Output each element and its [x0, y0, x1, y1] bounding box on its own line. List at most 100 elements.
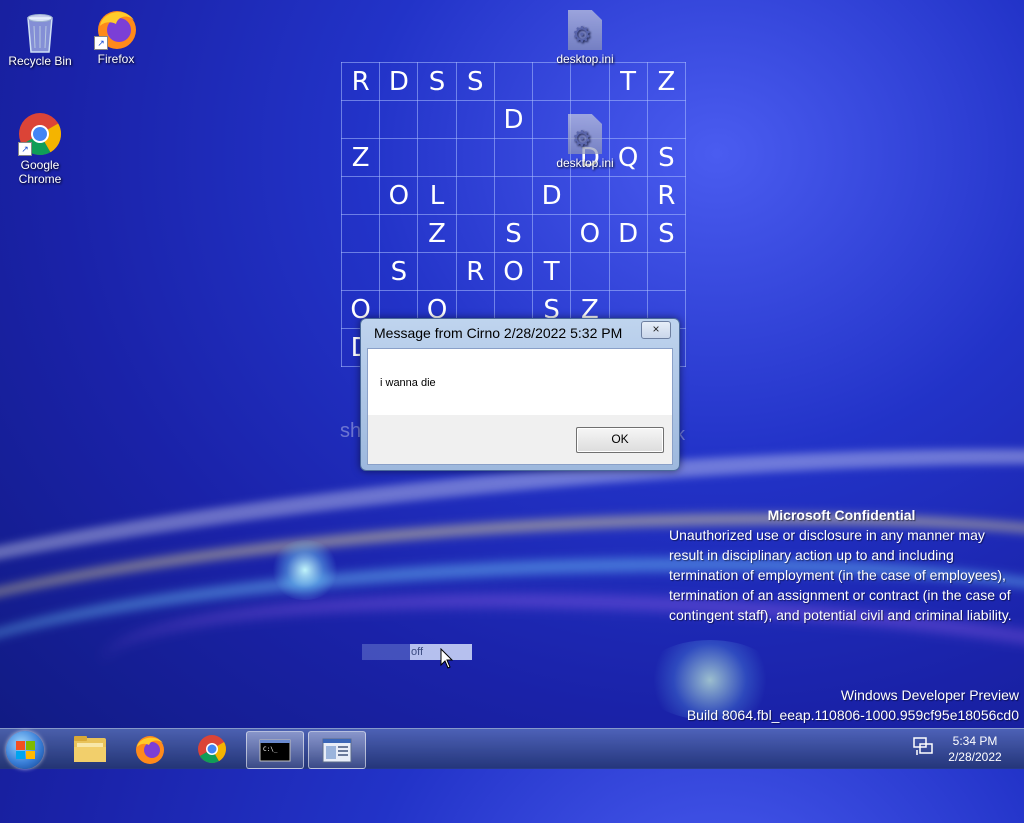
grid-cell — [570, 176, 610, 215]
dialog-body: i wanna die OK — [367, 348, 673, 465]
folder-icon — [74, 736, 106, 762]
grid-cell: D — [608, 214, 648, 253]
svg-text:C:\_: C:\_ — [263, 746, 278, 753]
grid-cell — [570, 62, 610, 101]
grid-cell: T — [608, 62, 648, 101]
desktop-icon-desktop-ini[interactable]: ⚙ desktop.ini — [545, 114, 625, 170]
grid-cell — [417, 100, 457, 139]
dialog-title: Message from Cirno 2/28/2022 5:32 PM — [374, 325, 623, 341]
grid-row: ZDQS — [340, 138, 687, 177]
grid-cell: L — [417, 176, 457, 215]
confidential-body: Unauthorized use or disclosure in any ma… — [669, 527, 1012, 623]
grid-cell — [455, 176, 495, 215]
grid-cell — [379, 214, 419, 253]
desktop-icon-desktop-ini[interactable]: ⚙ desktop.ini — [545, 10, 625, 66]
grid-cell: R — [340, 62, 381, 101]
grid-cell: Z — [417, 214, 457, 253]
taskbar-firefox-button[interactable] — [122, 731, 178, 767]
grid-row: SROT — [340, 252, 687, 291]
grid-cell — [340, 100, 381, 139]
build-line-2: Build 8064.fbl_eeap.110806-1000.959cf95e… — [686, 707, 1019, 723]
grid-cell — [646, 252, 687, 291]
grid-cell — [493, 62, 534, 101]
ok-button[interactable]: OK — [576, 427, 664, 453]
desktop-icon-label: desktop.ini — [556, 156, 614, 170]
grid-cell: O — [493, 252, 534, 291]
partial-text-left: sh — [340, 420, 362, 442]
grid-cell — [417, 252, 457, 291]
start-button[interactable] — [6, 731, 44, 769]
confidential-title: Microsoft Confidential — [767, 507, 916, 523]
taskbar-app-button[interactable] — [308, 731, 366, 769]
confidential-notice: Microsoft Confidential Unauthorized use … — [669, 505, 1014, 625]
clock-time: 5:34 PM — [952, 734, 998, 748]
recycle-bin-icon — [18, 8, 62, 53]
grid-cell: S — [455, 62, 495, 101]
clock[interactable]: 5:34 PM 2/28/2022 — [940, 733, 1010, 765]
grid-cell: Z — [646, 62, 687, 101]
clock-date: 2/28/2022 — [948, 750, 1002, 764]
shortcut-arrow-icon: ↗ — [18, 142, 32, 156]
grid-cell: R — [455, 252, 495, 291]
windows-flag-icon — [16, 741, 35, 759]
dialog-content: i wanna die — [368, 349, 672, 415]
grid-row: ZSODS — [340, 214, 687, 253]
grid-cell: T — [532, 252, 572, 291]
desktop-icon-label: desktop.ini — [556, 52, 614, 66]
grid-cell: S — [493, 214, 534, 253]
grid-cell — [455, 214, 495, 253]
grid-cell — [646, 100, 687, 139]
dialog-message: i wanna die — [380, 377, 436, 389]
desktop-icon-chrome[interactable]: ↗ Google Chrome — [0, 112, 80, 186]
grid-cell — [417, 138, 457, 177]
message-dialog: Message from Cirno 2/28/2022 5:32 PM × i… — [360, 318, 680, 471]
grid-cell — [340, 214, 381, 253]
grid-cell — [340, 252, 381, 291]
grid-cell — [532, 214, 572, 253]
desktop-icon-label: Recycle Bin — [8, 54, 72, 68]
grid-cell: O — [379, 176, 419, 215]
network-icon[interactable] — [912, 735, 936, 761]
mouse-cursor-icon — [440, 647, 454, 675]
grid-cell — [532, 62, 572, 101]
grid-cell — [570, 252, 610, 291]
cmd-icon: C:\_ — [259, 739, 291, 762]
grid-cell: O — [570, 214, 610, 253]
taskbar-explorer-button[interactable] — [62, 731, 118, 767]
floating-label: off — [411, 646, 424, 658]
firefox-icon: ↗ — [94, 6, 138, 50]
grid-cell: Z — [340, 138, 381, 177]
grid-cell — [493, 138, 534, 177]
desktop-icon-recycle-bin[interactable]: Recycle Bin — [0, 8, 80, 68]
wallpaper-glow — [270, 540, 340, 600]
grid-cell: S — [379, 252, 419, 291]
grid-cell: D — [493, 100, 534, 139]
firefox-icon — [136, 736, 164, 764]
taskbar-chrome-button[interactable] — [184, 731, 240, 767]
desktop-icon-label: Google Chrome — [18, 158, 62, 186]
desktop-icon-firefox[interactable]: ↗ Firefox — [76, 6, 156, 66]
grid-cell: S — [646, 138, 687, 177]
grid-cell: S — [646, 214, 687, 253]
grid-cell — [608, 176, 648, 215]
build-line-1: Windows Developer Preview — [840, 687, 1019, 703]
grid-row: RDSS TZ — [340, 62, 687, 101]
taskbar: C:\_ 5:34 PM 2/28/2022 — [0, 728, 1024, 769]
grid-cell — [455, 100, 495, 139]
letter-grid: RDSSTZDZDQSOLDRZSODSSROTOOSZD — [340, 62, 687, 367]
grid-cell: D — [379, 62, 419, 101]
grid-cell: S — [417, 62, 457, 101]
taskbar-cmd-button[interactable]: C:\_ — [246, 731, 304, 769]
settings-file-icon: ⚙ — [568, 114, 602, 154]
window-icon — [322, 738, 352, 763]
build-watermark: Windows Developer Preview Build 8064.fbl… — [687, 685, 1019, 725]
close-button[interactable]: × — [641, 321, 671, 339]
grid-cell — [608, 252, 648, 291]
grid-cell: R — [646, 176, 687, 215]
grid-row: OL D R — [340, 176, 687, 215]
grid-row: D — [340, 100, 687, 139]
chrome-icon — [198, 735, 226, 763]
grid-cell — [493, 176, 534, 215]
grid-cell: D — [532, 176, 572, 215]
grid-cell — [455, 138, 495, 177]
